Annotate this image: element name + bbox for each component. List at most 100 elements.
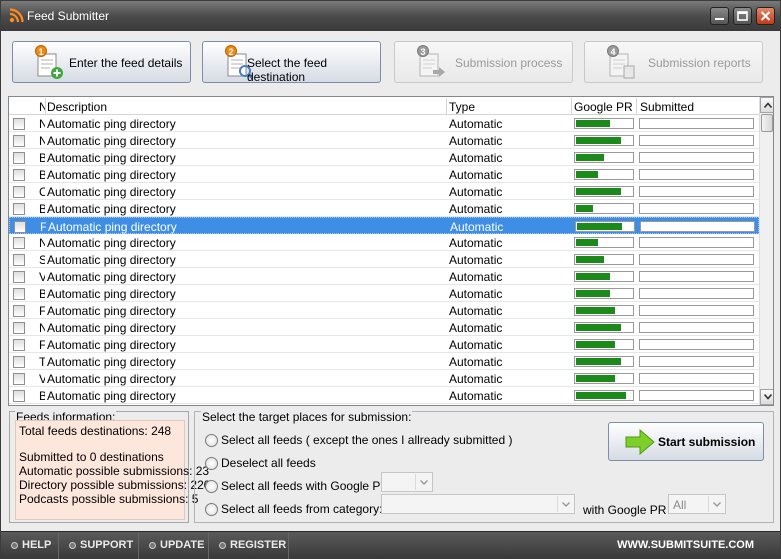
table-row[interactable]: VAutomatic ping directory Automatic bbox=[9, 268, 759, 285]
table-row[interactable]: NAutomatic ping directory Automatic bbox=[9, 115, 759, 132]
row-name-cell: T bbox=[39, 355, 45, 369]
feed-destinations-grid[interactable]: N Description Type Google PR Submitted N… bbox=[8, 96, 774, 406]
scroll-down-button[interactable] bbox=[760, 389, 773, 405]
select-all-feeds-radio[interactable] bbox=[205, 434, 218, 447]
scroll-up-button[interactable] bbox=[760, 97, 773, 113]
row-checkbox[interactable] bbox=[13, 356, 25, 368]
table-row[interactable]: TAutomatic ping directory Automatic bbox=[9, 353, 759, 370]
column-header-google-pr[interactable]: Google PR bbox=[574, 100, 633, 114]
row-checkbox[interactable] bbox=[13, 339, 25, 351]
scroll-thumb[interactable] bbox=[761, 114, 773, 132]
select-all-feeds-label[interactable]: Select all feeds ( except the ones I all… bbox=[221, 433, 513, 447]
step-number-badge: 3 bbox=[417, 45, 429, 57]
step-submission-process-button[interactable]: 3 Submission process bbox=[394, 41, 573, 83]
select-by-category-radio[interactable] bbox=[205, 503, 218, 516]
feed-icon bbox=[9, 8, 24, 23]
row-type-cell: Automatic bbox=[449, 270, 503, 284]
app-window: Feed Submitter 1 Enter the feed details bbox=[0, 0, 781, 559]
row-checkbox[interactable] bbox=[13, 237, 25, 249]
close-button[interactable] bbox=[756, 7, 775, 25]
vertical-scrollbar[interactable] bbox=[759, 97, 773, 405]
row-checkbox[interactable] bbox=[13, 135, 25, 147]
row-name-cell: B bbox=[39, 151, 45, 165]
row-checkbox[interactable] bbox=[13, 186, 25, 198]
submitted-progress bbox=[639, 390, 754, 401]
start-submission-button[interactable]: Start submission bbox=[608, 422, 764, 461]
select-by-pr-radio[interactable] bbox=[205, 480, 218, 493]
column-header-type[interactable]: Type bbox=[449, 100, 475, 114]
google-pr-bar bbox=[574, 254, 634, 265]
row-type-cell: Automatic bbox=[449, 236, 503, 250]
table-row[interactable]: VAutomatic ping directory Automatic bbox=[9, 370, 759, 387]
maximize-icon bbox=[737, 11, 748, 21]
support-label: SUPPORT bbox=[80, 539, 134, 551]
select-by-category-label[interactable]: Select all feeds from category: bbox=[221, 502, 382, 516]
google-pr-fill bbox=[576, 188, 621, 195]
dropdown-arrow[interactable] bbox=[708, 496, 724, 512]
step-select-feed-destination-button[interactable]: 2 Select the feed destination bbox=[202, 41, 381, 84]
row-type-cell: Automatic bbox=[449, 321, 503, 335]
google-pr-bar bbox=[574, 237, 634, 248]
step-enter-feed-details-button[interactable]: 1 Enter the feed details bbox=[12, 41, 191, 83]
website-link[interactable]: WWW.SUBMITSUITE.COM bbox=[617, 539, 754, 551]
deselect-all-feeds-label[interactable]: Deselect all feeds bbox=[221, 456, 316, 470]
row-name-cell: N bbox=[39, 117, 45, 131]
google-pr-bar bbox=[574, 322, 634, 333]
table-row[interactable]: FAutomatic ping directory Automatic bbox=[9, 217, 759, 234]
register-link[interactable]: REGISTER bbox=[209, 532, 289, 559]
table-row[interactable]: BAutomatic ping directory Automatic bbox=[9, 285, 759, 302]
select-by-pr-label[interactable]: Select all feeds with Google PR: bbox=[221, 479, 392, 493]
google-pr-fill bbox=[576, 205, 593, 212]
row-checkbox[interactable] bbox=[13, 305, 25, 317]
step-number-badge: 4 bbox=[607, 45, 619, 57]
maximize-button[interactable] bbox=[733, 7, 752, 25]
column-header-submitted[interactable]: Submitted bbox=[640, 100, 694, 114]
category-combo[interactable] bbox=[381, 494, 575, 514]
row-name-cell: F bbox=[40, 220, 46, 234]
row-name-cell: S bbox=[39, 253, 45, 267]
row-checkbox[interactable] bbox=[13, 271, 25, 283]
row-checkbox[interactable] bbox=[13, 322, 25, 334]
row-checkbox[interactable] bbox=[13, 169, 25, 181]
update-link[interactable]: UPDATE bbox=[139, 532, 209, 559]
dropdown-arrow[interactable] bbox=[415, 474, 431, 490]
row-description-cell: Automatic ping directory bbox=[47, 236, 176, 250]
google-pr-fill bbox=[576, 375, 615, 382]
row-checkbox[interactable] bbox=[13, 152, 25, 164]
table-row[interactable]: SAutomatic ping directory Automatic bbox=[9, 251, 759, 268]
row-checkbox[interactable] bbox=[13, 373, 25, 385]
submitted-progress bbox=[639, 288, 754, 299]
table-row[interactable]: NAutomatic ping directory Automatic bbox=[9, 234, 759, 251]
dropdown-arrow[interactable] bbox=[557, 496, 573, 512]
row-checkbox[interactable] bbox=[13, 254, 25, 266]
row-checkbox[interactable] bbox=[14, 221, 26, 233]
row-checkbox[interactable] bbox=[13, 203, 25, 215]
row-type-cell: Automatic bbox=[449, 253, 503, 267]
row-name-cell: B bbox=[39, 287, 45, 301]
table-row[interactable]: FAutomatic ping directory Automatic bbox=[9, 302, 759, 319]
row-checkbox[interactable] bbox=[13, 118, 25, 130]
table-row[interactable]: BAutomatic ping directory Automatic bbox=[9, 200, 759, 217]
minimize-button[interactable] bbox=[710, 7, 729, 25]
row-checkbox[interactable] bbox=[13, 390, 25, 402]
row-checkbox[interactable] bbox=[13, 288, 25, 300]
help-link[interactable]: HELP bbox=[1, 532, 59, 559]
table-row[interactable]: NAutomatic ping directory Automatic bbox=[9, 319, 759, 336]
table-row[interactable]: BAutomatic ping directory Automatic bbox=[9, 149, 759, 166]
support-link[interactable]: SUPPORT bbox=[59, 532, 139, 559]
row-description-cell: Automatic ping directory bbox=[47, 287, 176, 301]
column-header-description[interactable]: Description bbox=[47, 100, 107, 114]
google-pr-combo[interactable] bbox=[381, 472, 433, 492]
step-submission-reports-button[interactable]: 4 Submission reports bbox=[584, 41, 763, 83]
row-type-cell: Automatic bbox=[449, 304, 503, 318]
table-row[interactable]: CAutomatic ping directory Automatic bbox=[9, 183, 759, 200]
row-description-cell: Automatic ping directory bbox=[47, 338, 176, 352]
table-row[interactable]: BAutomatic ping directory Automatic bbox=[9, 166, 759, 183]
table-row[interactable]: BAutomatic ping directory Automatic bbox=[9, 387, 759, 404]
row-type-cell: Automatic bbox=[449, 202, 503, 216]
with-google-pr-combo[interactable]: All bbox=[668, 494, 726, 514]
table-row[interactable]: NAutomatic ping directory Automatic bbox=[9, 132, 759, 149]
deselect-all-feeds-radio[interactable] bbox=[205, 457, 218, 470]
step-number-badge: 2 bbox=[225, 45, 237, 57]
table-row[interactable]: FAutomatic ping directory Automatic bbox=[9, 336, 759, 353]
